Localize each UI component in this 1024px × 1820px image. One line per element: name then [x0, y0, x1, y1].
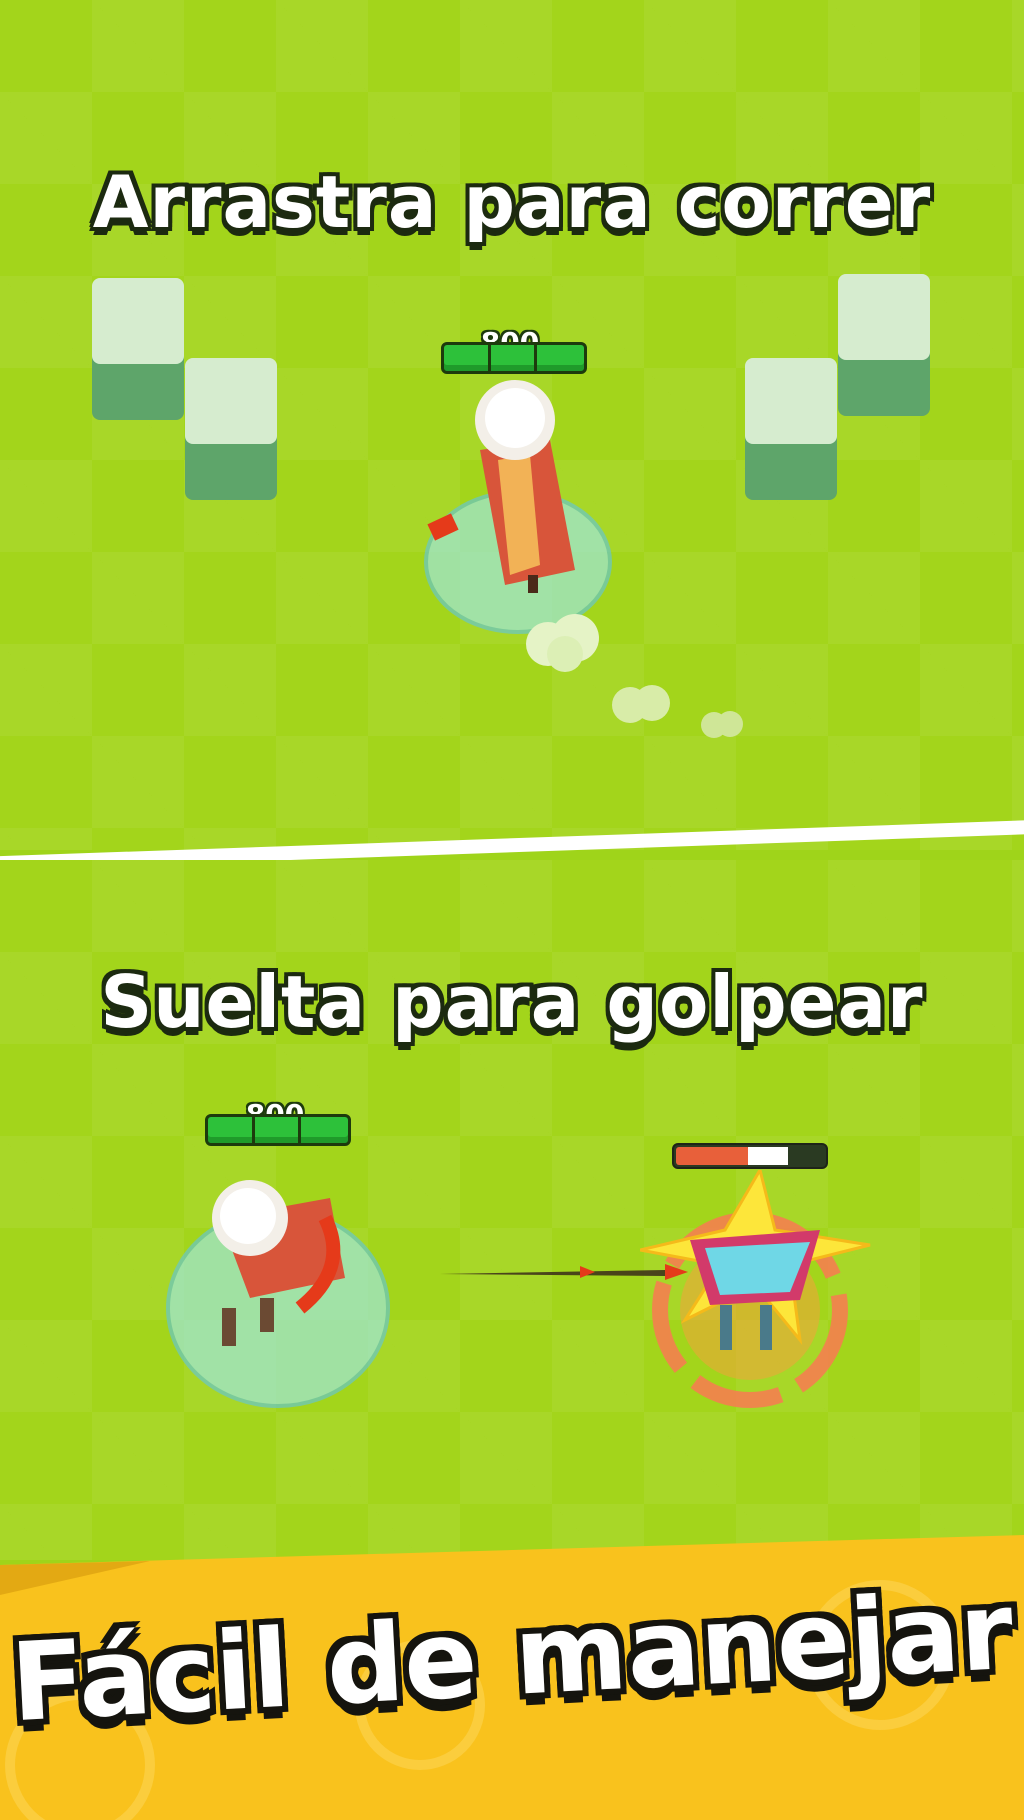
stone-block: [92, 278, 184, 420]
enemy-health-bar: [672, 1143, 828, 1169]
dust-puff: [526, 614, 599, 672]
top-caption: Arrastra para correr: [92, 160, 932, 244]
dust-puff: [612, 685, 670, 723]
player-character: [166, 1180, 390, 1408]
stone-block: [185, 358, 277, 500]
bottom-panel: Suelta para golpear 800: [0, 860, 1024, 1560]
dust-puff: [701, 711, 743, 738]
enemy-character: [640, 1170, 871, 1408]
bottom-caption: Suelta para golpear: [100, 960, 924, 1044]
player-health-bar: [205, 1114, 351, 1146]
stone-block: [838, 274, 930, 416]
top-panel: Arrastra para correr 800: [0, 0, 1024, 850]
stone-block: [745, 358, 837, 500]
